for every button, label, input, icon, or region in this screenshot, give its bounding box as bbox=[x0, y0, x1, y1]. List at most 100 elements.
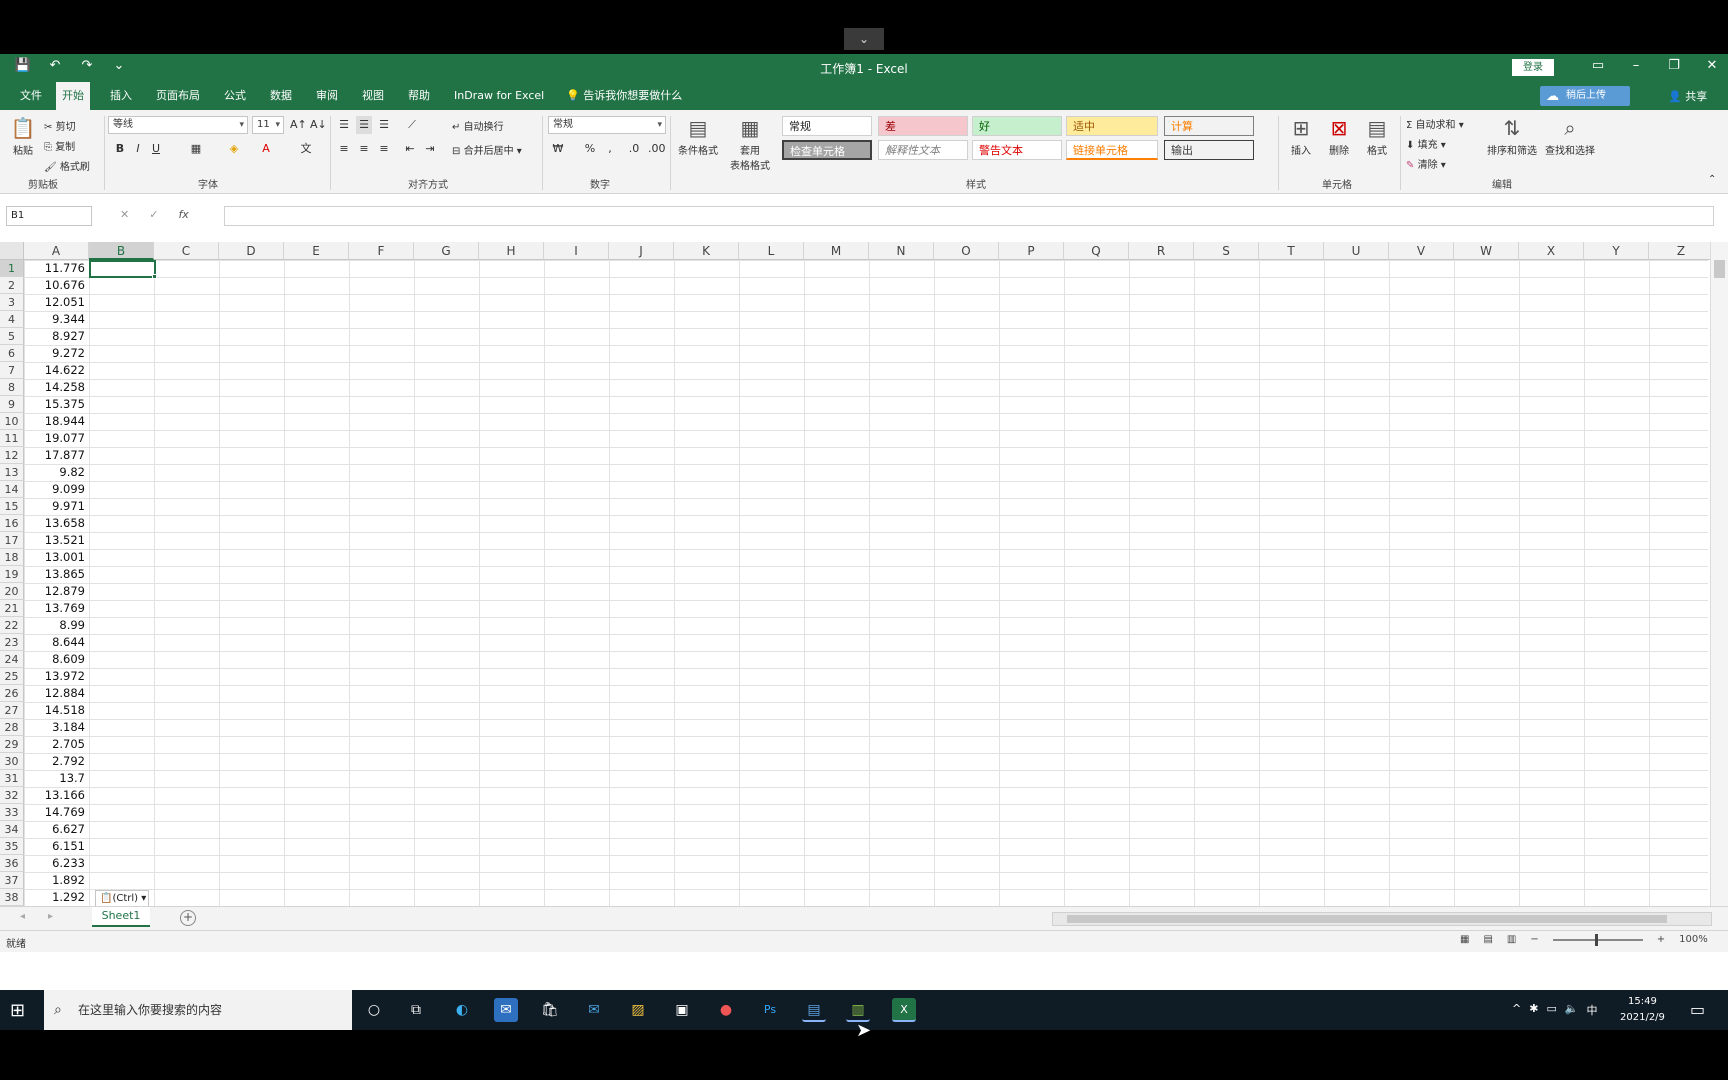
cell-a17[interactable]: 13.521 bbox=[24, 532, 88, 549]
row-header-17[interactable]: 17 bbox=[0, 532, 24, 549]
merge-center-button[interactable]: ⊟ 合并后居中 ▾ bbox=[452, 142, 522, 157]
underline-icon[interactable]: U bbox=[148, 140, 164, 158]
column-header-p[interactable]: P bbox=[999, 242, 1064, 260]
taskbar-search[interactable]: ⌕ 在这里输入你要搜索的内容 bbox=[44, 990, 352, 1030]
formula-input[interactable] bbox=[224, 206, 1714, 226]
row-header-35[interactable]: 35 bbox=[0, 838, 24, 855]
increase-indent-icon[interactable]: ⇥ bbox=[422, 140, 438, 158]
clear-button[interactable]: ✎ 清除 ▾ bbox=[1406, 156, 1446, 171]
row-header-7[interactable]: 7 bbox=[0, 362, 24, 379]
row-header-14[interactable]: 14 bbox=[0, 481, 24, 498]
cell-a19[interactable]: 13.865 bbox=[24, 566, 88, 583]
cell-a10[interactable]: 18.944 bbox=[24, 413, 88, 430]
column-header-t[interactable]: T bbox=[1259, 242, 1324, 260]
cell-a34[interactable]: 6.627 bbox=[24, 821, 88, 838]
tab-view[interactable]: 视图 bbox=[356, 82, 390, 110]
cell-a29[interactable]: 2.705 bbox=[24, 736, 88, 753]
format-painter-button[interactable]: 🖌 格式刷 bbox=[44, 158, 90, 173]
autosum-button[interactable]: Σ 自动求和 ▾ bbox=[1406, 116, 1464, 131]
page-layout-view-icon[interactable]: ▤ bbox=[1483, 934, 1492, 945]
chevron-down-icon[interactable]: ⌄ bbox=[844, 28, 884, 50]
align-right-icon[interactable]: ≡ bbox=[376, 140, 392, 158]
format-as-table-button[interactable]: ▦ 套用 表格格式 bbox=[724, 116, 776, 172]
column-header-u[interactable]: U bbox=[1324, 242, 1389, 260]
cell-a5[interactable]: 8.927 bbox=[24, 328, 88, 345]
cell-a8[interactable]: 14.258 bbox=[24, 379, 88, 396]
page-break-view-icon[interactable]: ▥ bbox=[1507, 934, 1516, 945]
column-header-o[interactable]: O bbox=[934, 242, 999, 260]
style-linked-cell[interactable]: 链接单元格 bbox=[1066, 140, 1158, 160]
style-output[interactable]: 输出 bbox=[1164, 140, 1254, 160]
fill-handle[interactable] bbox=[152, 274, 157, 279]
collapse-ribbon-icon[interactable]: ⌃ bbox=[1708, 174, 1716, 185]
align-left-icon[interactable]: ≡ bbox=[336, 140, 352, 158]
tab-review[interactable]: 审阅 bbox=[310, 82, 344, 110]
align-bottom-icon[interactable]: ☰ bbox=[376, 116, 392, 134]
cell-a30[interactable]: 2.792 bbox=[24, 753, 88, 770]
tab-help[interactable]: 帮助 bbox=[402, 82, 436, 110]
next-sheet-icon[interactable]: ▸ bbox=[48, 911, 53, 922]
row-header-13[interactable]: 13 bbox=[0, 464, 24, 481]
row-header-3[interactable]: 3 bbox=[0, 294, 24, 311]
cell-a12[interactable]: 17.877 bbox=[24, 447, 88, 464]
explorer-icon[interactable]: ▤ bbox=[802, 998, 826, 1022]
prev-sheet-icon[interactable]: ◂ bbox=[20, 911, 25, 922]
notification-icon[interactable]: ▭ bbox=[1690, 1000, 1705, 1019]
cell-a20[interactable]: 12.879 bbox=[24, 583, 88, 600]
normal-view-icon[interactable]: ▦ bbox=[1460, 934, 1469, 945]
row-header-6[interactable]: 6 bbox=[0, 345, 24, 362]
row-header-2[interactable]: 2 bbox=[0, 277, 24, 294]
row-header-31[interactable]: 31 bbox=[0, 770, 24, 787]
row-header-22[interactable]: 22 bbox=[0, 617, 24, 634]
cell-a25[interactable]: 13.972 bbox=[24, 668, 88, 685]
column-header-x[interactable]: X bbox=[1519, 242, 1584, 260]
row-header-15[interactable]: 15 bbox=[0, 498, 24, 515]
column-header-k[interactable]: K bbox=[674, 242, 739, 260]
style-normal[interactable]: 常规 bbox=[782, 116, 872, 136]
row-header-9[interactable]: 9 bbox=[0, 396, 24, 413]
column-header-m[interactable]: M bbox=[804, 242, 869, 260]
phonetic-icon[interactable]: 文 bbox=[298, 140, 314, 158]
row-header-16[interactable]: 16 bbox=[0, 515, 24, 532]
row-header-1[interactable]: 1 bbox=[0, 260, 24, 277]
cell-a26[interactable]: 12.884 bbox=[24, 685, 88, 702]
style-explanatory[interactable]: 解释性文本 bbox=[878, 140, 968, 160]
cell-a4[interactable]: 9.344 bbox=[24, 311, 88, 328]
conditional-format-button[interactable]: ▤ 条件格式 bbox=[674, 116, 722, 157]
column-header-v[interactable]: V bbox=[1389, 242, 1454, 260]
windows-start-icon[interactable]: ⊞ bbox=[10, 1000, 25, 1021]
column-header-w[interactable]: W bbox=[1454, 242, 1519, 260]
cell-a32[interactable]: 13.166 bbox=[24, 787, 88, 804]
photoshop-icon[interactable]: Ps bbox=[758, 998, 782, 1022]
column-header-g[interactable]: G bbox=[414, 242, 479, 260]
style-bad[interactable]: 差 bbox=[878, 116, 968, 136]
row-header-24[interactable]: 24 bbox=[0, 651, 24, 668]
insert-cells-button[interactable]: ⊞ 插入 bbox=[1284, 116, 1318, 157]
store-icon[interactable]: 🛍 bbox=[538, 998, 562, 1022]
horizontal-scrollbar[interactable] bbox=[1052, 912, 1712, 926]
paste-options-button[interactable]: 📋(Ctrl) ▾ bbox=[95, 890, 149, 906]
network-icon[interactable]: ▭ bbox=[1546, 1002, 1556, 1018]
italic-icon[interactable]: I bbox=[130, 140, 146, 158]
tab-indraw[interactable]: InDraw for Excel bbox=[448, 82, 550, 110]
row-header-28[interactable]: 28 bbox=[0, 719, 24, 736]
clock[interactable]: 15:49 2021/2/9 bbox=[1620, 994, 1665, 1026]
row-header-18[interactable]: 18 bbox=[0, 549, 24, 566]
name-box[interactable]: B1 bbox=[6, 206, 92, 226]
column-header-b[interactable]: B bbox=[89, 242, 154, 260]
paste-button[interactable]: 📋 粘贴 bbox=[8, 116, 38, 157]
mail-icon[interactable]: ✉ bbox=[582, 998, 606, 1022]
cell-a38[interactable]: 1.292 bbox=[24, 889, 88, 906]
style-good[interactable]: 好 bbox=[972, 116, 1062, 136]
ime-indicator[interactable]: 中 bbox=[1587, 1002, 1598, 1018]
row-header-20[interactable]: 20 bbox=[0, 583, 24, 600]
row-header-19[interactable]: 19 bbox=[0, 566, 24, 583]
style-neutral[interactable]: 适中 bbox=[1066, 116, 1158, 136]
cell-a18[interactable]: 13.001 bbox=[24, 549, 88, 566]
cancel-icon[interactable]: ✕ bbox=[120, 208, 129, 221]
cell-a23[interactable]: 8.644 bbox=[24, 634, 88, 651]
close-icon[interactable]: ✕ bbox=[1704, 58, 1720, 73]
delete-cells-button[interactable]: ⊠ 删除 bbox=[1322, 116, 1356, 157]
fill-button[interactable]: ⬇ 填充 ▾ bbox=[1406, 136, 1446, 151]
increase-decimal-icon[interactable]: .0 bbox=[626, 140, 642, 158]
